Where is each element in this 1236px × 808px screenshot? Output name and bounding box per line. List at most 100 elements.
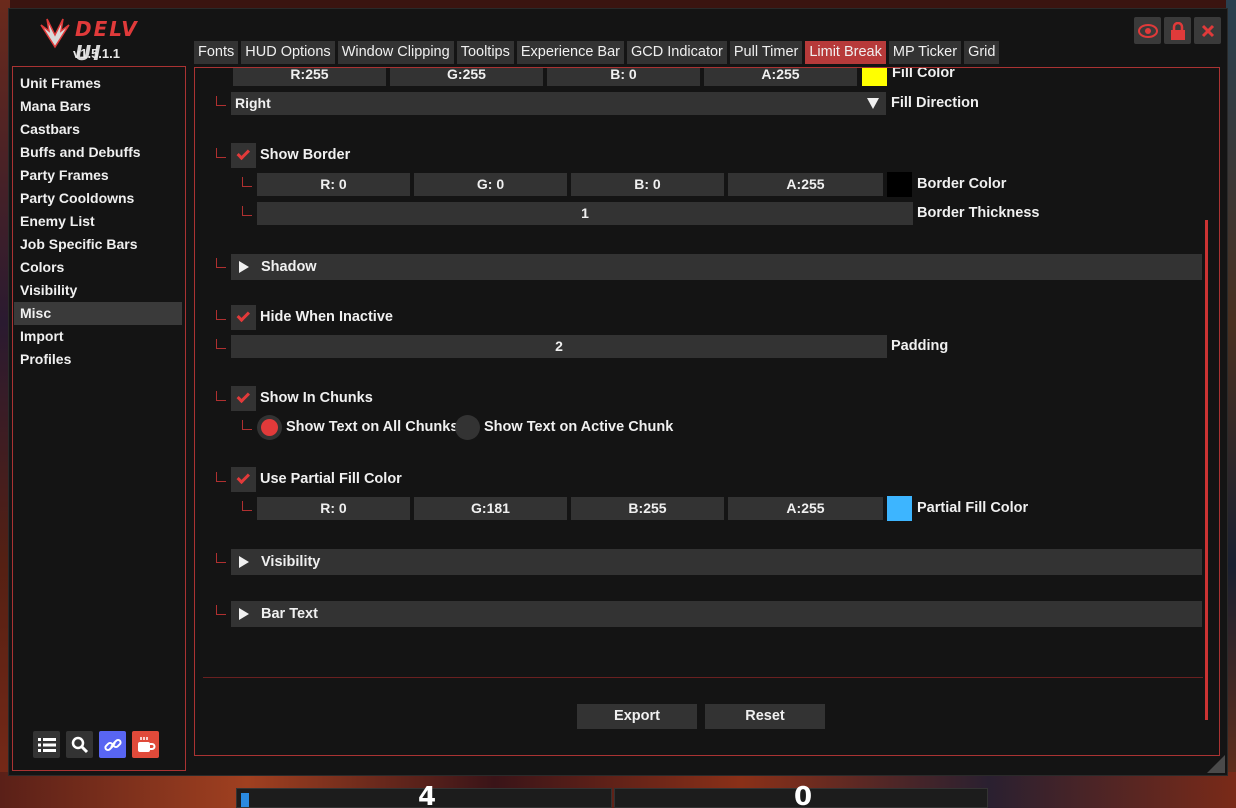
tree-connector bbox=[216, 605, 226, 615]
logo-wings-icon bbox=[40, 18, 70, 49]
sidebar-buttons bbox=[33, 731, 159, 758]
fill-color-swatch[interactable] bbox=[862, 68, 887, 86]
fill-direction-select[interactable]: Right bbox=[231, 92, 861, 115]
tab-bar: Fonts HUD Options Window Clipping Toolti… bbox=[194, 41, 1000, 64]
fill-direction-dropdown-button[interactable] bbox=[861, 92, 886, 115]
bar-text-section-header[interactable]: Bar Text bbox=[231, 601, 1202, 627]
padding-slider[interactable]: 2 bbox=[231, 335, 887, 358]
chevron-right-icon bbox=[239, 556, 249, 568]
tree-connector bbox=[216, 258, 226, 268]
show-text-active-chunk-radio[interactable] bbox=[455, 415, 480, 440]
sidebar-item-import[interactable]: Import bbox=[14, 325, 182, 348]
border-color-g-field[interactable]: G: 0 bbox=[414, 173, 567, 196]
use-partial-fill-label: Use Partial Fill Color bbox=[260, 471, 402, 487]
sidebar-item-mana-bars[interactable]: Mana Bars bbox=[14, 95, 182, 118]
hide-when-inactive-checkbox[interactable] bbox=[231, 305, 256, 330]
checkmark-icon bbox=[236, 389, 250, 404]
hud-number-left: 4 bbox=[418, 782, 437, 808]
tree-connector bbox=[216, 391, 226, 401]
divider bbox=[203, 677, 1203, 678]
eye-icon[interactable] bbox=[1134, 17, 1161, 44]
show-in-chunks-checkbox[interactable] bbox=[231, 386, 256, 411]
partial-fill-r-field[interactable]: R: 0 bbox=[257, 497, 410, 520]
visibility-section-header[interactable]: Visibility bbox=[231, 549, 1202, 575]
tab-experience-bar[interactable]: Experience Bar bbox=[516, 41, 624, 64]
hud-bar-fill bbox=[241, 793, 249, 807]
sidebar-item-misc[interactable]: Misc bbox=[14, 302, 182, 325]
list-icon[interactable] bbox=[33, 731, 60, 758]
sidebar-item-profiles[interactable]: Profiles bbox=[14, 348, 182, 371]
use-partial-fill-checkbox[interactable] bbox=[231, 467, 256, 492]
fill-color-a-field[interactable]: A:255 bbox=[704, 68, 857, 86]
chevron-right-icon bbox=[239, 608, 249, 620]
tree-connector bbox=[216, 96, 226, 106]
border-color-a-field[interactable]: A:255 bbox=[728, 173, 883, 196]
config-window: DELV UI v1.5.1.1 Fonts HUD Options Windo… bbox=[8, 8, 1228, 776]
fill-color-b-field[interactable]: B: 0 bbox=[547, 68, 700, 86]
show-border-label: Show Border bbox=[260, 147, 351, 163]
sidebar-item-unit-frames[interactable]: Unit Frames bbox=[14, 72, 182, 95]
tab-hud-options[interactable]: HUD Options bbox=[241, 41, 335, 64]
border-color-swatch[interactable] bbox=[887, 172, 912, 197]
bar-text-label: Bar Text bbox=[261, 606, 318, 622]
sidebar-item-party-frames[interactable]: Party Frames bbox=[14, 164, 182, 187]
tab-limit-break[interactable]: Limit Break bbox=[805, 41, 886, 64]
close-icon[interactable] bbox=[1194, 17, 1221, 44]
sidebar-item-job-specific-bars[interactable]: Job Specific Bars bbox=[14, 233, 182, 256]
sidebar-item-visibility[interactable]: Visibility bbox=[14, 279, 182, 302]
tree-connector bbox=[242, 177, 252, 187]
hud-number-right: 0 bbox=[794, 782, 813, 808]
tab-grid[interactable]: Grid bbox=[964, 41, 1000, 64]
tree-connector bbox=[242, 420, 252, 430]
show-text-all-chunks-label: Show Text on All Chunks bbox=[286, 419, 459, 435]
padding-label: Padding bbox=[891, 338, 949, 354]
border-thickness-slider[interactable]: 1 bbox=[257, 202, 913, 225]
tree-connector bbox=[216, 553, 226, 563]
sidebar-item-buffs-and-debuffs[interactable]: Buffs and Debuffs bbox=[14, 141, 182, 164]
partial-fill-color-label: Partial Fill Color bbox=[917, 500, 1029, 516]
visibility-label: Visibility bbox=[261, 554, 321, 570]
tab-pull-timer[interactable]: Pull Timer bbox=[729, 41, 803, 64]
show-border-checkbox[interactable] bbox=[231, 143, 256, 168]
sidebar-item-colors[interactable]: Colors bbox=[14, 256, 182, 279]
tab-fonts[interactable]: Fonts bbox=[194, 41, 239, 64]
search-icon[interactable] bbox=[66, 731, 93, 758]
hide-when-inactive-label: Hide When Inactive bbox=[260, 309, 393, 325]
tab-gcd-indicator[interactable]: GCD Indicator bbox=[627, 41, 727, 64]
coffee-icon[interactable] bbox=[132, 731, 159, 758]
sidebar-list: Unit Frames Mana Bars Castbars Buffs and… bbox=[14, 72, 182, 371]
fill-color-r-field[interactable]: R:255 bbox=[233, 68, 386, 86]
link-icon[interactable] bbox=[99, 731, 126, 758]
border-color-r-field[interactable]: R: 0 bbox=[257, 173, 410, 196]
sidebar-item-enemy-list[interactable]: Enemy List bbox=[14, 210, 182, 233]
sidebar-item-castbars[interactable]: Castbars bbox=[14, 118, 182, 141]
scrollbar[interactable] bbox=[1205, 220, 1208, 720]
tab-window-clipping[interactable]: Window Clipping bbox=[337, 41, 454, 64]
show-text-all-chunks-radio[interactable] bbox=[257, 415, 282, 440]
shadow-section-header[interactable]: Shadow bbox=[231, 254, 1202, 280]
tab-mp-ticker[interactable]: MP Ticker bbox=[888, 41, 962, 64]
shadow-label: Shadow bbox=[261, 259, 317, 275]
fill-color-label: Fill Color bbox=[892, 67, 955, 81]
reset-button[interactable]: Reset bbox=[705, 704, 825, 729]
partial-fill-b-field[interactable]: B:255 bbox=[571, 497, 724, 520]
fill-direction-label: Fill Direction bbox=[891, 95, 979, 111]
resize-handle[interactable] bbox=[1207, 755, 1225, 773]
border-color-b-field[interactable]: B: 0 bbox=[571, 173, 724, 196]
border-color-label: Border Color bbox=[917, 176, 1007, 192]
show-in-chunks-label: Show In Chunks bbox=[260, 390, 373, 406]
partial-fill-g-field[interactable]: G:181 bbox=[414, 497, 567, 520]
tree-connector bbox=[216, 339, 226, 349]
partial-fill-color-swatch[interactable] bbox=[887, 496, 912, 521]
fill-color-g-field[interactable]: G:255 bbox=[390, 68, 543, 86]
sidebar-item-party-cooldowns[interactable]: Party Cooldowns bbox=[14, 187, 182, 210]
tab-tooltips[interactable]: Tooltips bbox=[456, 41, 514, 64]
partial-fill-a-field[interactable]: A:255 bbox=[728, 497, 883, 520]
border-thickness-label: Border Thickness bbox=[917, 205, 1040, 221]
game-hud-bars: 4 0 bbox=[236, 782, 988, 808]
show-text-active-chunk-label: Show Text on Active Chunk bbox=[484, 419, 674, 435]
lock-icon[interactable] bbox=[1164, 17, 1191, 44]
tree-connector bbox=[242, 206, 252, 216]
version-label: v1.5.1.1 bbox=[73, 46, 120, 61]
export-button[interactable]: Export bbox=[577, 704, 697, 729]
